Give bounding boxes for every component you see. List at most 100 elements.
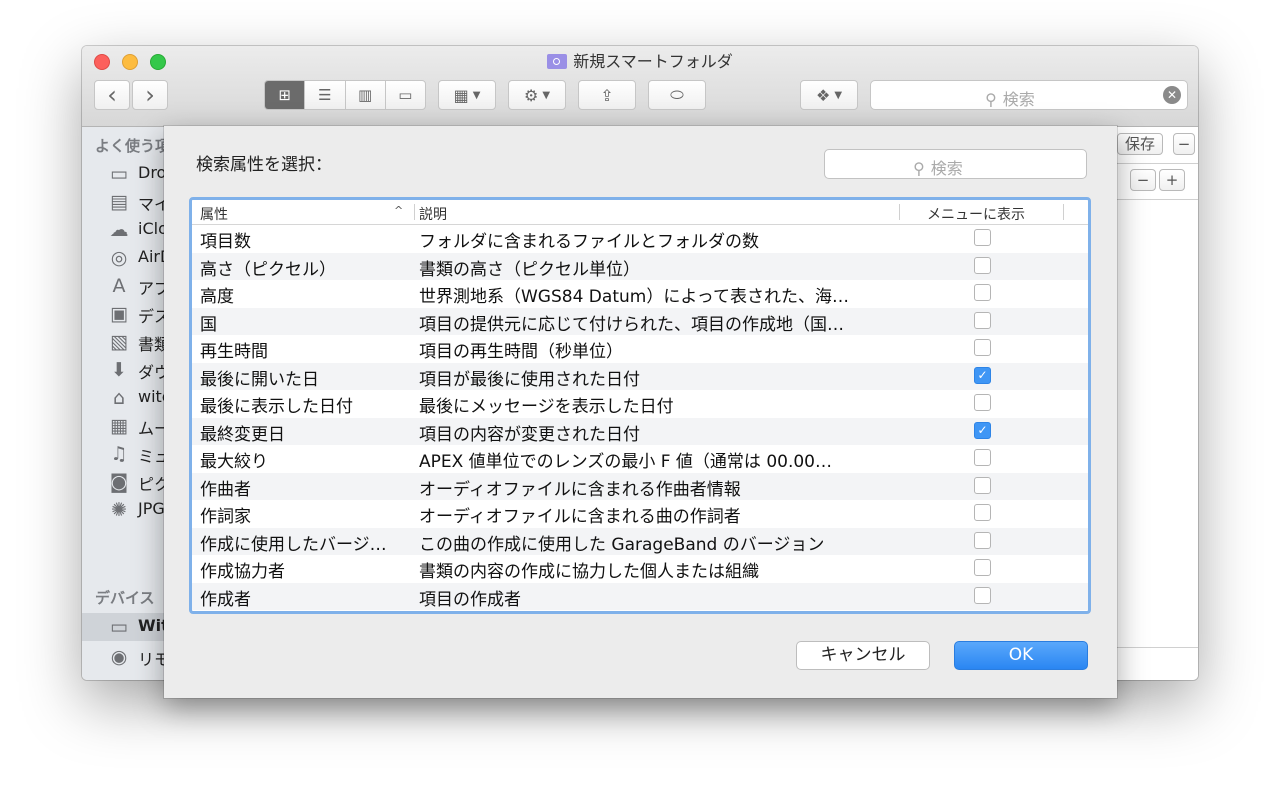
search-criteria-panel: 保存 − − + [1117,127,1198,680]
attribute-name-cell: 作曲者 [200,479,251,500]
select-search-attribute-dialog: 検索属性を選択： ⚲ 検索 属性 ^ 説明 メニューに表示 項目数 フォルダに含まれ… [164,126,1117,698]
table-row[interactable]: 作曲者 オーディオファイルに含まれる作曲者情報 [192,472,1088,500]
share-button[interactable]: ⇪ [578,80,636,110]
table-row[interactable]: 再生時間 項目の再生時間（秒単位） [192,335,1088,363]
remove-rule-button[interactable]: − [1130,169,1156,191]
divider [1117,647,1198,648]
show-in-menu-checkbox[interactable] [974,256,991,274]
attribute-description-cell: 書類の高さ（ピクセル単位） [419,259,640,280]
add-rule-button[interactable]: + [1159,169,1185,191]
attribute-name-cell: 国 [200,314,217,335]
column-header-attribute[interactable]: 属性 [200,204,228,224]
show-in-menu-checkbox[interactable]: ✓ [974,366,991,384]
window-title: 新規スマートフォルダ [82,51,1198,73]
show-in-menu-checkbox[interactable]: ✓ [974,421,991,439]
column-separator [414,204,415,220]
table-row[interactable]: 最後に表示した日付 最後にメッセージを表示した日付 [192,390,1088,418]
attribute-name-cell: 最終変更日 [200,424,285,445]
tag-button[interactable]: ⬭ [648,80,706,110]
remove-criterion-button[interactable]: − [1173,133,1195,155]
column-separator [1063,204,1064,220]
window-titlebar: 新規スマートフォルダ ‹ › ⊞ ☰ ▥ ▭ ▦ ▼ ⚙ ▼ ⇪ ⬭ ❖ ▼ ⚲ 検索 … [82,46,1198,127]
attribute-name-cell: 作成協力者 [200,562,285,582]
laptop-icon: ▭ [110,616,128,638]
attribute-search-placeholder: ⚲ 検索 [913,159,963,178]
checkmark-icon: ✓ [977,422,988,437]
grid-icon: ⊞ [278,86,291,104]
attribute-name-cell: 最後に表示した日付 [200,397,353,417]
arrange-grid-icon: ▦ [453,85,469,105]
table-row[interactable]: 高度 世界測地系（WGS84 Datum）によって表された、海… [192,280,1088,308]
finder-search-field[interactable]: ⚲ 検索 ✕ [870,80,1188,110]
download-icon: ⬇ [111,359,127,381]
close-icon: ✕ [1166,88,1178,102]
cloud-icon: ☁ [109,219,129,241]
attribute-description-cell: APEX 値単位でのレンズの最小 F 値（通常は 00.00… [419,452,832,472]
column-view-button[interactable]: ▥ [346,81,386,109]
show-in-menu-checkbox[interactable] [974,311,991,329]
view-mode-segmented-control: ⊞ ☰ ▥ ▭ [264,80,426,110]
show-in-menu-checkbox[interactable] [974,339,991,356]
clear-search-button[interactable]: ✕ [1163,86,1181,104]
chevron-down-icon: ▼ [472,89,481,101]
icon-view-button[interactable]: ⊞ [265,81,306,109]
gear-icon: ⚙ [523,85,539,105]
table-row[interactable]: 作成者 項目の作成者 [192,582,1088,610]
show-in-menu-checkbox[interactable] [974,504,991,521]
music-note-icon: ♫ [110,443,128,465]
attribute-description-cell: フォルダに含まれるファイルとフォルダの数 [419,232,759,252]
column-header-show-in-menu[interactable]: メニューに表示 [927,204,1025,224]
table-row[interactable]: 高さ（ピクセル） 書類の高さ（ピクセル単位） [192,252,1088,280]
ok-button[interactable]: OK [954,641,1088,670]
list-view-button[interactable]: ☰ [305,81,346,109]
attribute-name-cell: 作成者 [200,589,251,610]
divider [1117,163,1198,164]
show-in-menu-checkbox[interactable] [974,284,991,301]
attribute-name-cell: 高さ（ピクセル） [200,259,336,280]
film-icon: ▦ [110,415,128,437]
arrange-button[interactable]: ▦ ▼ [438,80,496,110]
attribute-description-cell: 項目の内容が変更された日付 [419,424,640,445]
show-in-menu-checkbox[interactable] [974,559,991,576]
attribute-name-cell: 再生時間 [200,342,268,362]
table-row[interactable]: 国 項目の提供元に応じて付けられた、項目の作成地（国… [192,307,1088,335]
attribute-name-cell: 作詞家 [200,507,251,527]
show-in-menu-checkbox[interactable] [974,449,991,466]
chevron-right-icon: › [145,81,155,109]
chevron-left-icon: ‹ [107,81,117,109]
coverflow-view-button[interactable]: ▭ [386,81,425,109]
table-row[interactable]: 最後に開いた日 項目が最後に使用された日付 ✓ [192,362,1088,390]
show-in-menu-checkbox[interactable] [974,586,991,604]
show-in-menu-checkbox[interactable] [974,229,991,246]
attribute-description-cell: オーディオファイルに含まれる曲の作詞者 [419,507,741,527]
desktop-icon: ▣ [110,303,128,325]
table-row[interactable]: 作成協力者 書類の内容の作成に協力した個人または組織 [192,555,1088,583]
table-row[interactable]: 項目数 フォルダに含まれるファイルとフォルダの数 [192,225,1088,253]
smart-folder-icon [547,54,568,69]
show-in-menu-checkbox[interactable] [974,531,991,549]
show-in-menu-checkbox[interactable] [974,394,991,411]
table-row[interactable]: 作成に使用したバージ… この曲の作成に使用した GarageBand のバージョン [192,527,1088,555]
attribute-description-cell: オーディオファイルに含まれる作曲者情報 [419,479,741,500]
attribute-description-cell: 書類の内容の作成に協力した個人または組織 [419,562,759,582]
attribute-name-cell: 項目数 [200,232,251,252]
gear-folder-icon: ✺ [111,499,127,521]
back-button[interactable]: ‹ [94,80,130,110]
columns-icon: ▥ [358,86,373,104]
show-in-menu-checkbox[interactable] [974,476,991,494]
column-header-description[interactable]: 説明 [419,204,447,224]
sidebar-item-label: JPG [138,499,165,518]
forward-button[interactable]: › [132,80,168,110]
table-row[interactable]: 最大絞り APEX 値単位でのレンズの最小 F 値（通常は 00.00… [192,445,1088,473]
table-row[interactable]: 作詞家 オーディオファイルに含まれる曲の作詞者 [192,500,1088,528]
action-button[interactable]: ⚙ ▼ [508,80,566,110]
dropbox-icon: ❖ [815,85,831,105]
cancel-button[interactable]: キャンセル [796,641,930,670]
column-separator [899,204,900,220]
table-row[interactable]: 最終変更日 項目の内容が変更された日付 ✓ [192,417,1088,445]
save-search-button[interactable]: 保存 [1117,133,1163,155]
dropbox-button[interactable]: ❖ ▼ [800,80,858,110]
finder-search-placeholder: ⚲ 検索 [985,90,1035,109]
disc-icon: ◉ [110,646,128,668]
attribute-search-field[interactable]: ⚲ 検索 [824,149,1087,179]
